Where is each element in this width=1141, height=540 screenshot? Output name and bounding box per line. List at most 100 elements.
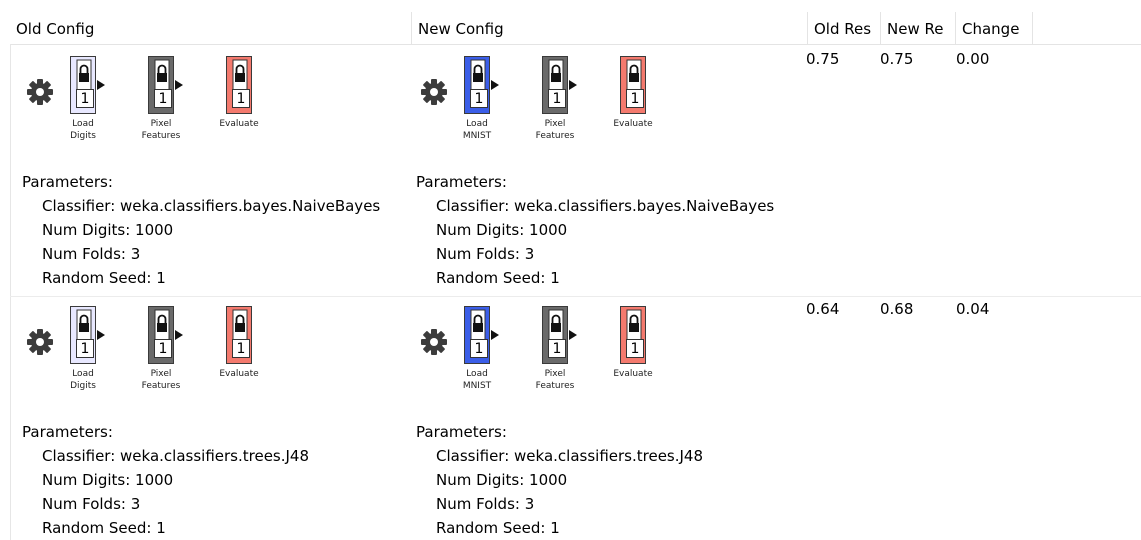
module-label-line2: MNIST: [462, 131, 492, 141]
change-value: 0.00: [956, 50, 990, 68]
module-label-line1: Load: [466, 119, 488, 129]
lock-icon: [154, 59, 170, 91]
old-res-value: 0.64: [806, 300, 840, 318]
comparison-row[interactable]: 1 Load Digits 1 Pixel Features 1 Evaluate Parame…: [10, 50, 1141, 290]
module-label-line2: Features: [535, 381, 575, 391]
module-label: Pixel Features: [530, 118, 580, 142]
lock-icon: [626, 59, 642, 91]
parameter-line: Num Folds: 3: [436, 245, 535, 263]
module-count: 1: [232, 339, 250, 358]
parameter-line: Random Seed: 1: [42, 519, 166, 537]
module-count: 1: [626, 89, 644, 108]
arrow-right-icon: [175, 330, 183, 340]
lock-icon: [470, 59, 486, 91]
new-res-value: 0.75: [880, 50, 914, 68]
parameter-line: Classifier: weka.classifiers.bayes.Naive…: [42, 197, 381, 215]
arrow-right-icon: [491, 80, 499, 90]
new-pipeline: 1 Load MNIST 1 Pixel Features 1 Evaluate: [416, 306, 796, 406]
module-label: Load MNIST: [452, 118, 502, 142]
module-label-line2: MNIST: [462, 381, 492, 391]
module-count: 1: [154, 339, 172, 358]
column-header-old-config[interactable]: Old Config: [10, 12, 412, 44]
gear-icon[interactable]: [418, 326, 450, 358]
module-label: Evaluate: [214, 118, 264, 130]
module-label-line2: Features: [535, 131, 575, 141]
module-label-line1: Evaluate: [219, 369, 259, 379]
parameter-line: Classifier: weka.classifiers.bayes.Naive…: [436, 197, 775, 215]
module-count: 1: [154, 89, 172, 108]
module-label-line1: Evaluate: [219, 119, 259, 129]
lock-icon: [154, 309, 170, 341]
module-label-line2: Digits: [70, 131, 96, 141]
module-count: 1: [76, 339, 94, 358]
module-label-line1: Pixel: [544, 369, 566, 379]
comparison-row[interactable]: 1 Load Digits 1 Pixel Features 1 Evaluate Parame…: [10, 300, 1141, 540]
lock-icon: [548, 59, 564, 91]
column-header-new-config[interactable]: New Config: [412, 12, 808, 44]
module-count: 1: [232, 89, 250, 108]
new-parameters: Parameters: Classifier: weka.classifiers.…: [416, 420, 703, 540]
old-parameters: Parameters: Classifier: weka.classifiers.…: [22, 420, 309, 540]
parameter-line: Classifier: weka.classifiers.trees.J48: [42, 447, 310, 465]
new-res-value: 0.68: [880, 300, 914, 318]
module-label-line1: Evaluate: [613, 119, 653, 129]
row-separator: [10, 296, 1141, 297]
module-label: Pixel Features: [136, 368, 186, 392]
arrow-right-icon: [97, 80, 105, 90]
module-count: 1: [470, 89, 488, 108]
module-label-line1: Load: [72, 369, 94, 379]
parameter-line: Num Folds: 3: [42, 245, 141, 263]
arrow-right-icon: [175, 80, 183, 90]
module-label-line1: Pixel: [150, 369, 172, 379]
lock-icon: [626, 309, 642, 341]
old-res-value: 0.75: [806, 50, 840, 68]
module-label: Evaluate: [214, 368, 264, 380]
column-header-new-res[interactable]: New Re: [881, 12, 956, 44]
parameters-title: Parameters:: [22, 173, 113, 191]
module-label-line2: Features: [141, 131, 181, 141]
module-label-line2: Digits: [70, 381, 96, 391]
old-parameters: Parameters: Classifier: weka.classifiers.…: [22, 170, 380, 290]
parameter-line: Random Seed: 1: [436, 269, 560, 287]
module-label-line1: Load: [466, 369, 488, 379]
lock-icon: [232, 309, 248, 341]
gear-icon[interactable]: [24, 76, 56, 108]
module-label-line2: Features: [141, 381, 181, 391]
parameters-title: Parameters:: [416, 423, 507, 441]
parameter-line: Random Seed: 1: [42, 269, 166, 287]
module-label: Load MNIST: [452, 368, 502, 392]
lock-icon: [470, 309, 486, 341]
column-header-change[interactable]: Change: [956, 12, 1033, 44]
module-label: Load Digits: [58, 368, 108, 392]
old-pipeline: 1 Load Digits 1 Pixel Features 1 Evaluate: [22, 306, 402, 406]
parameters-title: Parameters:: [416, 173, 507, 191]
module-label-line1: Pixel: [150, 119, 172, 129]
change-value: 0.04: [956, 300, 990, 318]
gear-icon[interactable]: [24, 326, 56, 358]
parameter-line: Num Digits: 1000: [42, 471, 174, 489]
lock-icon: [76, 309, 92, 341]
arrow-right-icon: [97, 330, 105, 340]
column-header-filler: [1033, 12, 1141, 44]
old-pipeline: 1 Load Digits 1 Pixel Features 1 Evaluate: [22, 56, 402, 156]
gear-icon[interactable]: [418, 76, 450, 108]
lock-icon: [232, 59, 248, 91]
module-label: Evaluate: [608, 368, 658, 380]
module-count: 1: [548, 339, 566, 358]
parameter-line: Num Folds: 3: [42, 495, 141, 513]
module-count: 1: [548, 89, 566, 108]
module-label: Pixel Features: [136, 118, 186, 142]
module-label-line1: Load: [72, 119, 94, 129]
column-header-old-res[interactable]: Old Res: [808, 12, 881, 44]
parameter-line: Classifier: weka.classifiers.trees.J48: [436, 447, 704, 465]
module-label: Evaluate: [608, 118, 658, 130]
module-count: 1: [626, 339, 644, 358]
module-label: Pixel Features: [530, 368, 580, 392]
module-count: 1: [76, 89, 94, 108]
table-header: Old Config New Config Old Res New Re Cha…: [10, 12, 1141, 45]
arrow-right-icon: [569, 80, 577, 90]
parameter-line: Num Digits: 1000: [436, 471, 568, 489]
arrow-right-icon: [491, 330, 499, 340]
arrow-right-icon: [569, 330, 577, 340]
module-label-line1: Pixel: [544, 119, 566, 129]
